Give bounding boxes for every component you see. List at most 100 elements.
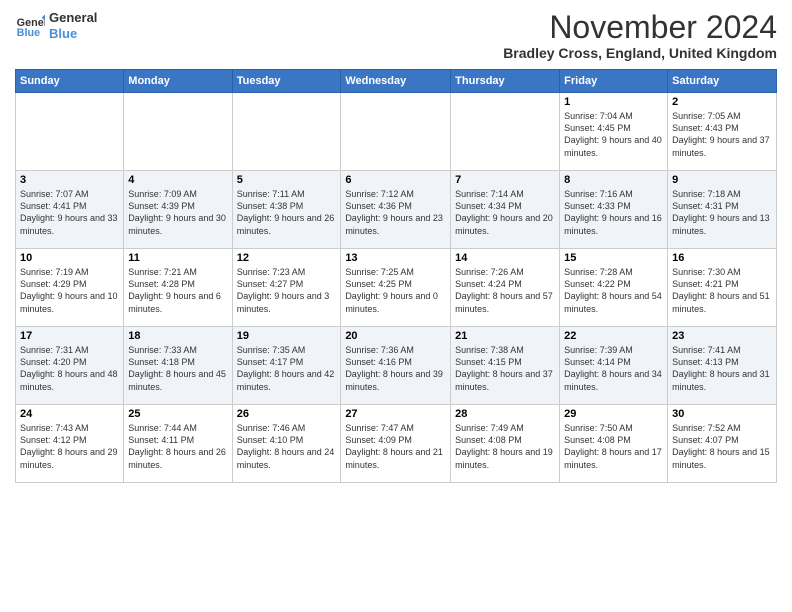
day-number: 24 [20, 408, 119, 420]
calendar-cell: 8Sunrise: 7:16 AMSunset: 4:33 PMDaylight… [560, 171, 668, 249]
day-header-wednesday: Wednesday [341, 70, 451, 93]
day-info: Sunrise: 7:14 AMSunset: 4:34 PMDaylight:… [455, 188, 555, 237]
day-number: 11 [128, 252, 227, 264]
day-number: 10 [20, 252, 119, 264]
day-info: Sunrise: 7:25 AMSunset: 4:25 PMDaylight:… [345, 266, 446, 315]
calendar-cell: 30Sunrise: 7:52 AMSunset: 4:07 PMDayligh… [668, 405, 777, 483]
svg-text:Blue: Blue [17, 27, 40, 39]
calendar-cell: 13 Sunrise: 7:25 AMSunset: 4:25 PMDayligh… [341, 249, 451, 327]
calendar-cell [341, 93, 451, 171]
day-number: 4 [128, 174, 227, 186]
day-info: Sunrise: 7:28 AMSunset: 4:22 PMDaylight:… [564, 266, 663, 315]
day-number: 13 [345, 252, 446, 264]
day-number: 17 [20, 330, 119, 342]
calendar-cell: 15Sunrise: 7:28 AMSunset: 4:22 PMDayligh… [560, 249, 668, 327]
day-number: 2 [672, 96, 772, 108]
day-info: Sunrise: 7:38 AMSunset: 4:15 PMDaylight:… [455, 344, 555, 393]
day-info: Sunrise: 7:41 AMSunset: 4:13 PMDaylight:… [672, 344, 772, 393]
day-number: 29 [564, 408, 663, 420]
calendar-cell: 4 Sunrise: 7:09 AMSunset: 4:39 PMDaylight… [124, 171, 232, 249]
day-info: Sunrise: 7:11 AMSunset: 4:38 PMDaylight:… [237, 188, 337, 237]
calendar-cell: 22Sunrise: 7:39 AMSunset: 4:14 PMDayligh… [560, 327, 668, 405]
logo-icon: General Blue [15, 11, 45, 41]
day-header-thursday: Thursday [451, 70, 560, 93]
title-area: November 2024 Bradley Cross, England, Un… [503, 10, 777, 61]
subtitle: Bradley Cross, England, United Kingdom [503, 45, 777, 61]
calendar-cell: 24Sunrise: 7:43 AMSunset: 4:12 PMDayligh… [16, 405, 124, 483]
day-number: 1 [564, 96, 663, 108]
week-row-0: 1 Sunrise: 7:04 AMSunset: 4:45 PMDaylight… [16, 93, 777, 171]
day-info: Sunrise: 7:35 AMSunset: 4:17 PMDaylight:… [237, 344, 337, 393]
logo: General Blue General Blue [15, 10, 97, 41]
day-number: 20 [345, 330, 446, 342]
day-number: 16 [672, 252, 772, 264]
day-info: Sunrise: 7:36 AMSunset: 4:16 PMDaylight:… [345, 344, 446, 393]
calendar-cell: 3 Sunrise: 7:07 AMSunset: 4:41 PMDaylight… [16, 171, 124, 249]
calendar-cell: 2 Sunrise: 7:05 AMSunset: 4:43 PMDaylight… [668, 93, 777, 171]
day-number: 9 [672, 174, 772, 186]
calendar-cell: 26 Sunrise: 7:46 AMSunset: 4:10 PMDayligh… [232, 405, 341, 483]
calendar-cell: 29 Sunrise: 7:50 AMSunset: 4:08 PMDayligh… [560, 405, 668, 483]
day-number: 8 [564, 174, 663, 186]
day-number: 19 [237, 330, 337, 342]
day-info: Sunrise: 7:49 AMSunset: 4:08 PMDaylight:… [455, 422, 555, 471]
logo-line1: General [49, 10, 97, 26]
calendar-cell: 23 Sunrise: 7:41 AMSunset: 4:13 PMDayligh… [668, 327, 777, 405]
day-info: Sunrise: 7:19 AMSunset: 4:29 PMDaylight:… [20, 266, 119, 315]
day-info: Sunrise: 7:52 AMSunset: 4:07 PMDaylight:… [672, 422, 772, 471]
calendar-cell [451, 93, 560, 171]
day-info: Sunrise: 7:04 AMSunset: 4:45 PMDaylight:… [564, 110, 663, 159]
day-info: Sunrise: 7:31 AMSunset: 4:20 PMDaylight:… [20, 344, 119, 393]
day-info: Sunrise: 7:30 AMSunset: 4:21 PMDaylight:… [672, 266, 772, 315]
calendar-body: 1 Sunrise: 7:04 AMSunset: 4:45 PMDaylight… [16, 93, 777, 483]
day-info: Sunrise: 7:50 AMSunset: 4:08 PMDaylight:… [564, 422, 663, 471]
day-info: Sunrise: 7:21 AMSunset: 4:28 PMDaylight:… [128, 266, 227, 315]
calendar-cell [16, 93, 124, 171]
calendar-cell: 11 Sunrise: 7:21 AMSunset: 4:28 PMDayligh… [124, 249, 232, 327]
day-number: 28 [455, 408, 555, 420]
calendar-cell: 9 Sunrise: 7:18 AMSunset: 4:31 PMDaylight… [668, 171, 777, 249]
day-info: Sunrise: 7:18 AMSunset: 4:31 PMDaylight:… [672, 188, 772, 237]
day-number: 27 [345, 408, 446, 420]
day-info: Sunrise: 7:12 AMSunset: 4:36 PMDaylight:… [345, 188, 446, 237]
day-number: 12 [237, 252, 337, 264]
calendar-cell [124, 93, 232, 171]
calendar-header-row: SundayMondayTuesdayWednesdayThursdayFrid… [16, 70, 777, 93]
week-row-2: 10 Sunrise: 7:19 AMSunset: 4:29 PMDayligh… [16, 249, 777, 327]
calendar-cell: 16 Sunrise: 7:30 AMSunset: 4:21 PMDayligh… [668, 249, 777, 327]
day-header-tuesday: Tuesday [232, 70, 341, 93]
day-header-sunday: Sunday [16, 70, 124, 93]
week-row-4: 24Sunrise: 7:43 AMSunset: 4:12 PMDayligh… [16, 405, 777, 483]
main-title: November 2024 [503, 10, 777, 45]
logo-line2: Blue [49, 26, 97, 42]
day-info: Sunrise: 7:33 AMSunset: 4:18 PMDaylight:… [128, 344, 227, 393]
day-number: 23 [672, 330, 772, 342]
day-info: Sunrise: 7:09 AMSunset: 4:39 PMDaylight:… [128, 188, 227, 237]
calendar-cell: 7Sunrise: 7:14 AMSunset: 4:34 PMDaylight… [451, 171, 560, 249]
day-number: 6 [345, 174, 446, 186]
calendar-cell: 25 Sunrise: 7:44 AMSunset: 4:11 PMDayligh… [124, 405, 232, 483]
day-info: Sunrise: 7:07 AMSunset: 4:41 PMDaylight:… [20, 188, 119, 237]
day-header-saturday: Saturday [668, 70, 777, 93]
day-header-friday: Friday [560, 70, 668, 93]
calendar-cell: 18 Sunrise: 7:33 AMSunset: 4:18 PMDayligh… [124, 327, 232, 405]
day-number: 25 [128, 408, 227, 420]
day-info: Sunrise: 7:05 AMSunset: 4:43 PMDaylight:… [672, 110, 772, 159]
calendar-cell [232, 93, 341, 171]
day-number: 3 [20, 174, 119, 186]
week-row-1: 3 Sunrise: 7:07 AMSunset: 4:41 PMDaylight… [16, 171, 777, 249]
week-row-3: 17 Sunrise: 7:31 AMSunset: 4:20 PMDayligh… [16, 327, 777, 405]
calendar-cell: 1 Sunrise: 7:04 AMSunset: 4:45 PMDaylight… [560, 93, 668, 171]
calendar-cell: 6 Sunrise: 7:12 AMSunset: 4:36 PMDaylight… [341, 171, 451, 249]
day-header-monday: Monday [124, 70, 232, 93]
day-number: 21 [455, 330, 555, 342]
day-number: 18 [128, 330, 227, 342]
day-number: 5 [237, 174, 337, 186]
day-number: 26 [237, 408, 337, 420]
day-number: 14 [455, 252, 555, 264]
day-info: Sunrise: 7:46 AMSunset: 4:10 PMDaylight:… [237, 422, 337, 471]
calendar-cell: 17 Sunrise: 7:31 AMSunset: 4:20 PMDayligh… [16, 327, 124, 405]
calendar-table: SundayMondayTuesdayWednesdayThursdayFrid… [15, 69, 777, 483]
calendar-cell: 19 Sunrise: 7:35 AMSunset: 4:17 PMDayligh… [232, 327, 341, 405]
day-info: Sunrise: 7:44 AMSunset: 4:11 PMDaylight:… [128, 422, 227, 471]
